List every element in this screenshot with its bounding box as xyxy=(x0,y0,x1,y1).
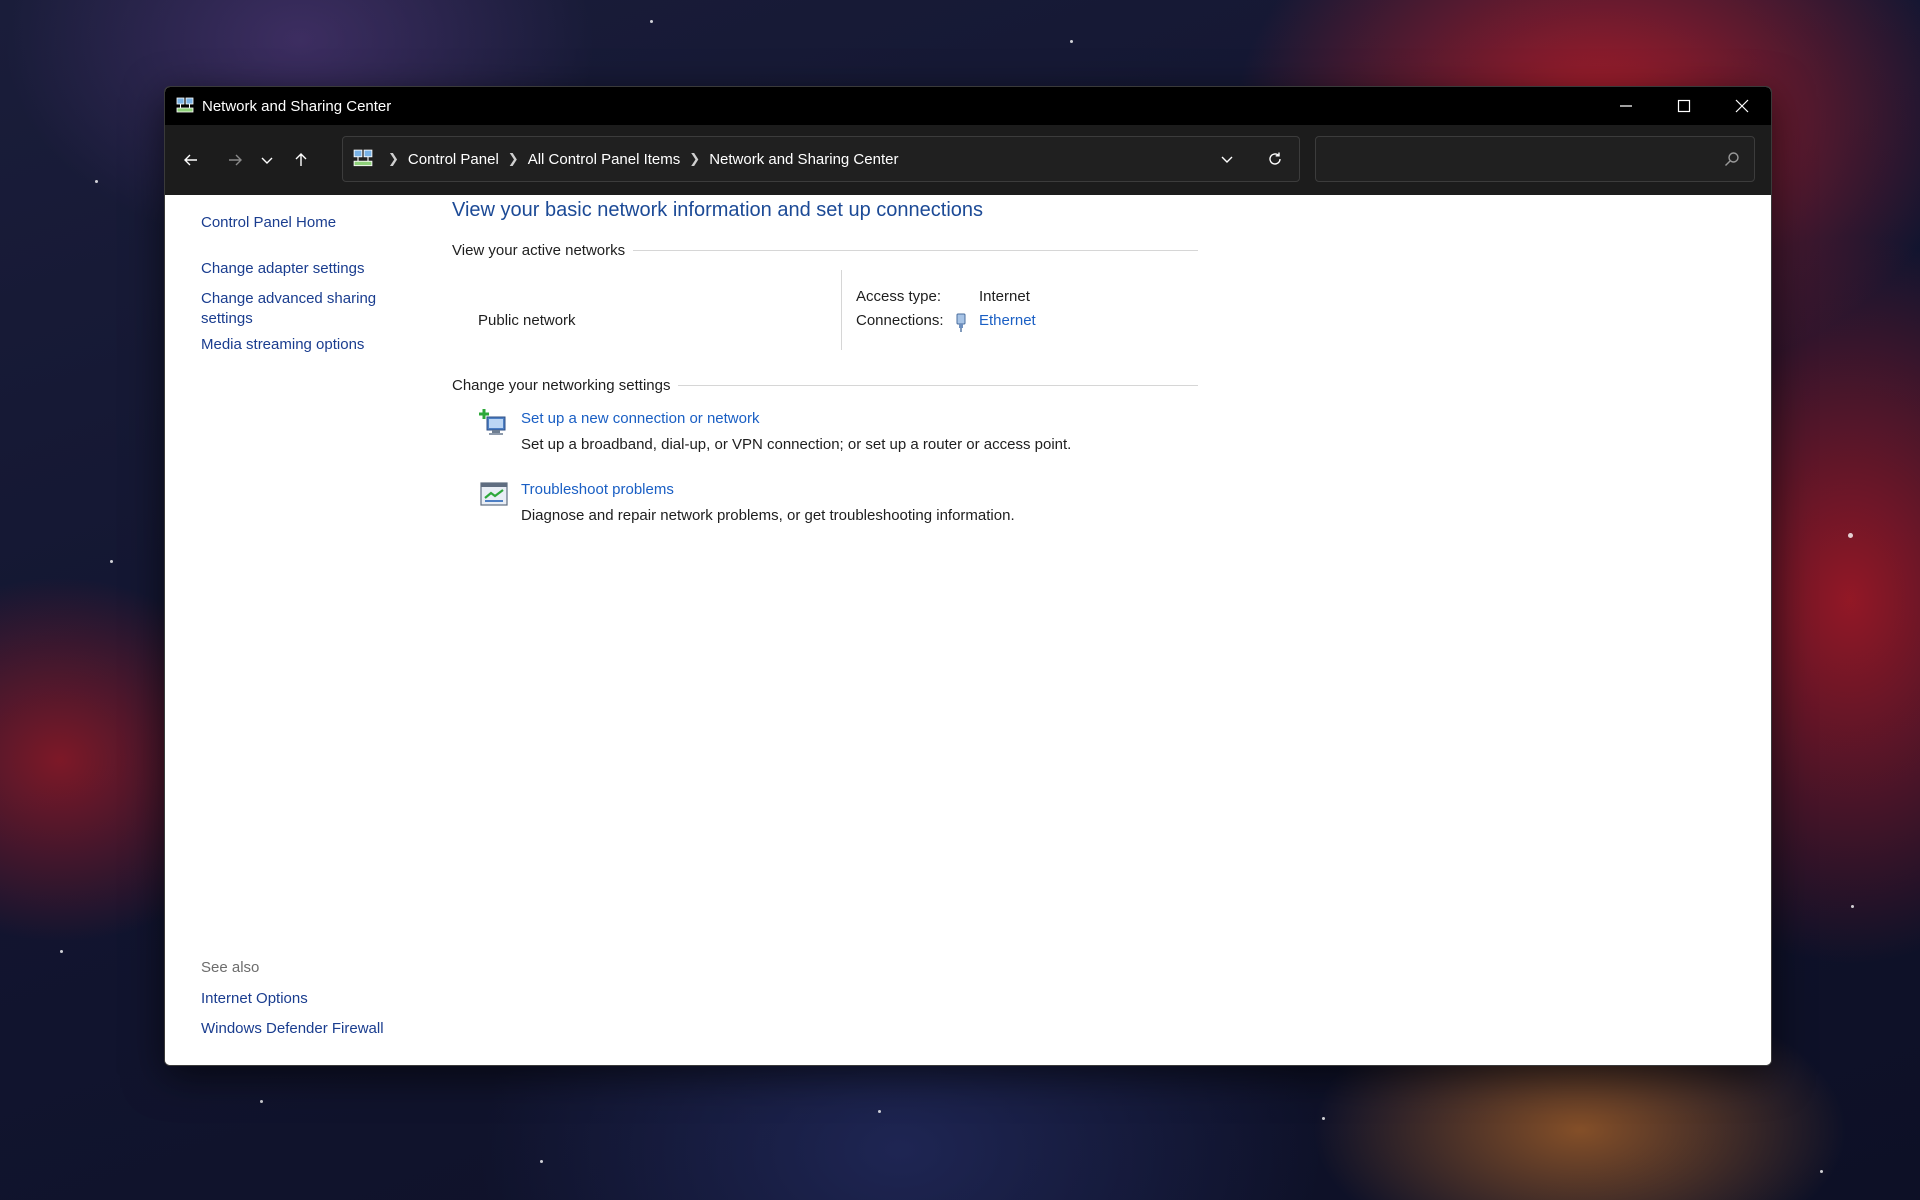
title-bar[interactable]: Network and Sharing Center xyxy=(165,87,1771,125)
arrow-left-icon xyxy=(184,154,197,166)
breadcrumb-all-control-panel-items[interactable]: All Control Panel Items xyxy=(528,151,681,168)
back-button[interactable] xyxy=(173,140,209,180)
maximize-icon xyxy=(1677,99,1691,113)
sidebar-item-change-adapter-settings[interactable]: Change adapter settings xyxy=(201,259,364,279)
new-connection-icon xyxy=(479,409,506,435)
active-networks-heading: View your active networks xyxy=(452,242,1198,259)
network-center-icon xyxy=(176,97,194,113)
breadcrumb-separator-icon[interactable]: ❯ xyxy=(508,151,519,167)
troubleshoot-icon xyxy=(480,482,508,506)
connections-label: Connections: xyxy=(856,312,944,329)
close-icon xyxy=(1735,99,1749,113)
up-button[interactable] xyxy=(281,140,321,180)
navigation-bar: ❯ Control Panel ❯ All Control Panel Item… xyxy=(165,125,1771,195)
sidebar-item-change-advanced-sharing-settings[interactable]: Change advanced sharing settings xyxy=(201,289,401,329)
search-icon[interactable] xyxy=(1724,151,1740,167)
ethernet-icon xyxy=(956,313,966,332)
control-panel-icon xyxy=(353,149,373,167)
arrow-right-icon xyxy=(229,154,242,166)
forward-button[interactable] xyxy=(217,140,253,180)
setup-connection-description: Set up a broadband, dial-up, or VPN conn… xyxy=(521,436,1072,453)
network-name: Public network xyxy=(478,312,576,329)
minimize-button[interactable] xyxy=(1597,87,1655,125)
network-divider xyxy=(841,270,842,350)
recent-locations-button[interactable] xyxy=(253,140,281,180)
refresh-button[interactable] xyxy=(1251,139,1299,179)
troubleshoot-description: Diagnose and repair network problems, or… xyxy=(521,507,1015,524)
address-bar[interactable]: ❯ Control Panel ❯ All Control Panel Item… xyxy=(342,136,1300,182)
sidebar-item-media-streaming-options[interactable]: Media streaming options xyxy=(201,335,364,355)
window-title: Network and Sharing Center xyxy=(202,97,392,115)
networking-settings-heading: Change your networking settings xyxy=(452,377,1198,394)
heading-divider xyxy=(633,250,1198,251)
see-also-internet-options[interactable]: Internet Options xyxy=(201,989,308,1009)
maximize-button[interactable] xyxy=(1655,87,1713,125)
networking-settings-heading-text: Change your networking settings xyxy=(452,377,671,394)
ethernet-connection-link[interactable]: Ethernet xyxy=(979,312,1036,329)
search-box[interactable] xyxy=(1315,136,1755,182)
page-title: View your basic network information and … xyxy=(452,199,984,221)
arrow-up-icon xyxy=(295,153,307,166)
breadcrumb-separator-icon[interactable]: ❯ xyxy=(388,151,399,167)
access-type-label: Access type: xyxy=(856,288,942,305)
breadcrumb-separator-icon[interactable]: ❯ xyxy=(689,151,700,167)
troubleshoot-link[interactable]: Troubleshoot problems xyxy=(521,481,674,498)
chevron-down-icon xyxy=(261,157,273,164)
address-history-button[interactable] xyxy=(1203,139,1251,179)
search-input[interactable] xyxy=(1326,137,1700,181)
close-button[interactable] xyxy=(1713,87,1771,125)
setup-connection-link[interactable]: Set up a new connection or network xyxy=(521,410,759,427)
content-area: Control Panel Home Change adapter settin… xyxy=(165,195,1771,1065)
active-networks-heading-text: View your active networks xyxy=(452,242,626,259)
network-sharing-center-window: Network and Sharing Center ❯ Control Pan… xyxy=(164,86,1772,1066)
sidebar-item-control-panel-home[interactable]: Control Panel Home xyxy=(201,213,336,233)
heading-divider xyxy=(678,385,1198,386)
minimize-icon xyxy=(1620,105,1632,107)
refresh-icon xyxy=(1269,152,1281,165)
access-type-value: Internet xyxy=(979,288,1030,305)
breadcrumb-network-and-sharing-center[interactable]: Network and Sharing Center xyxy=(709,151,898,168)
chevron-down-icon xyxy=(1221,156,1233,163)
see-also-label: See also xyxy=(201,959,260,976)
breadcrumb-control-panel[interactable]: Control Panel xyxy=(408,151,499,168)
see-also-windows-defender-firewall[interactable]: Windows Defender Firewall xyxy=(201,1019,384,1039)
